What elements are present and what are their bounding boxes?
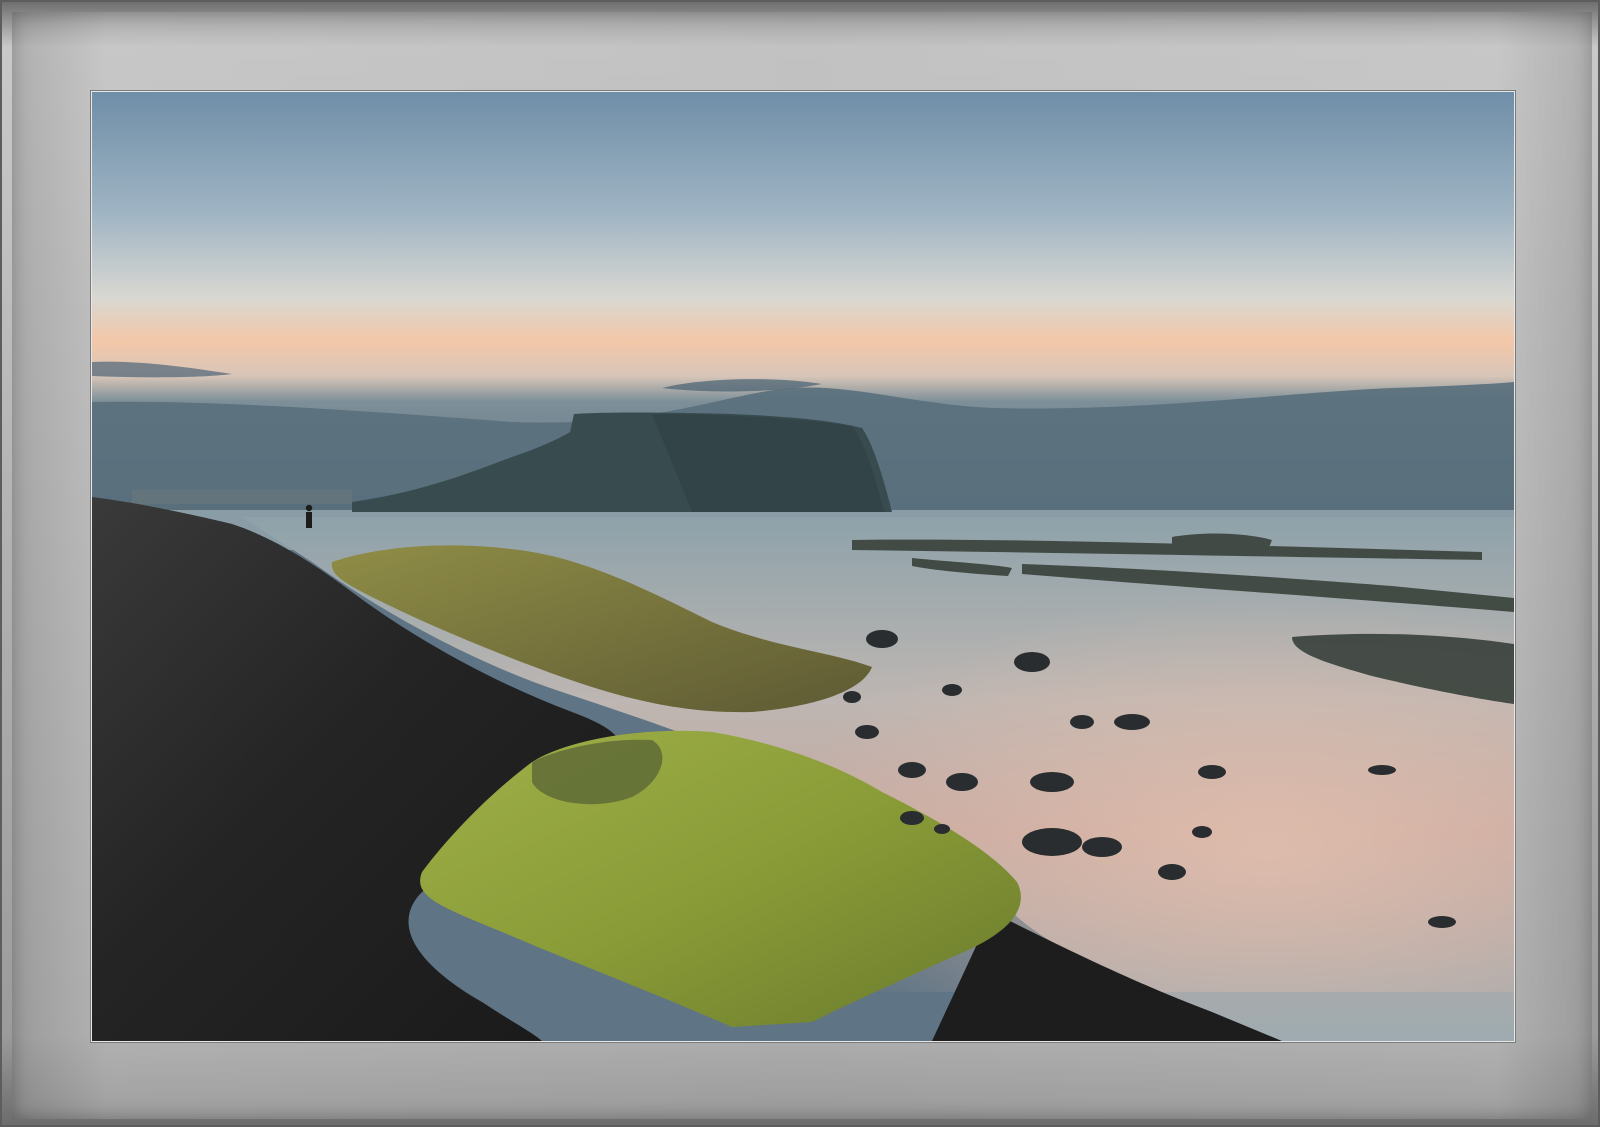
distant-town [132, 490, 352, 504]
landscape-illustration [92, 92, 1514, 1041]
photo-frame [0, 0, 1600, 1127]
landscape-photo [91, 91, 1515, 1042]
mountain-shade [652, 414, 884, 512]
person-silhouette [305, 504, 313, 528]
